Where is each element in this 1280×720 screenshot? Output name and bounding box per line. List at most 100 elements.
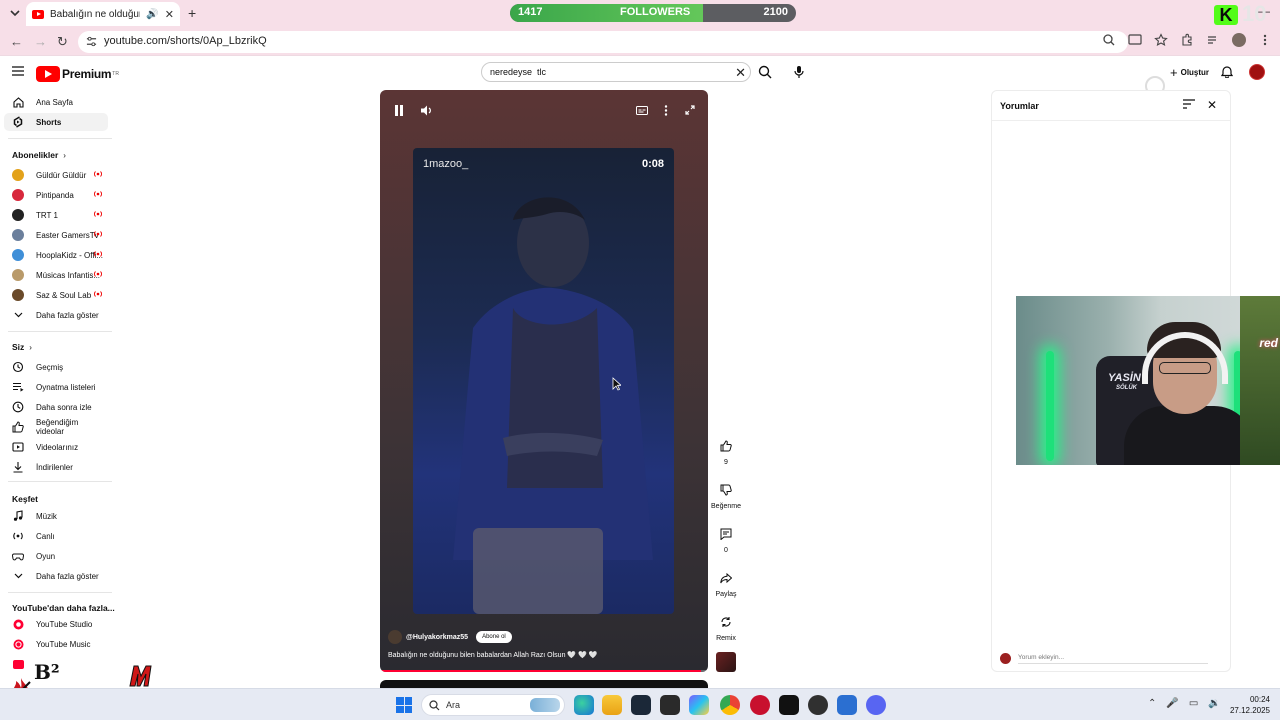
discord-icon[interactable] (866, 695, 886, 715)
microphone-icon[interactable] (794, 65, 804, 79)
url-field[interactable]: youtube.com/shorts/0Ap_LbzrikQ (78, 31, 1128, 53)
sort-icon[interactable] (1183, 99, 1195, 109)
shorts-player[interactable]: 1mazoo_ 0:08 @Hulyakorkmaz55 Abone ol Ba… (380, 90, 708, 672)
short-caption[interactable]: Babalığın ne olduğunu bilen babalardan A… (388, 651, 597, 659)
tab-close-icon[interactable]: ✕ (165, 8, 174, 21)
sidebar-divider (8, 592, 112, 593)
sidebar-item-label: Geçmiş (36, 362, 64, 372)
sidebar-item-label: Oynatma listeleri (36, 382, 96, 392)
speaker-icon[interactable]: 🔊 (146, 9, 158, 20)
windows-start-icon[interactable] (396, 697, 412, 713)
site-settings-icon[interactable] (86, 36, 97, 47)
sidebar-item-subscription[interactable]: HooplaKidz - Offi... (4, 246, 108, 264)
like-button[interactable]: 9 (711, 436, 741, 466)
file-explorer-icon[interactable] (602, 695, 622, 715)
close-comments-icon[interactable]: ✕ (1207, 98, 1217, 112)
sidebar-item-live[interactable]: Canlı (4, 527, 108, 545)
home-icon (12, 96, 24, 108)
steam-icon[interactable] (631, 695, 651, 715)
sidebar-item-like[interactable]: Beğendiğim videolar (4, 418, 108, 436)
sidebar-item-music[interactable]: Müzik (4, 507, 108, 525)
share-button[interactable]: Paylaş (711, 568, 741, 598)
channel-avatar[interactable] (388, 630, 402, 644)
tab-search-chevron-icon[interactable] (8, 6, 22, 20)
overlay-m-logo-icon (129, 665, 152, 687)
chrome-icon[interactable] (720, 695, 740, 715)
video-content[interactable]: 1mazoo_ 0:08 (413, 148, 674, 614)
reload-icon[interactable]: ↻ (57, 34, 68, 50)
account-avatar[interactable] (1249, 64, 1265, 80)
tray-display-icon[interactable]: ▭ (1189, 698, 1198, 709)
tray-volume-icon[interactable]: 🔉 (1208, 698, 1220, 709)
channel-name[interactable]: @Hulyakorkmaz55 (406, 634, 468, 641)
sidebar-item-download[interactable]: İndirilenler (4, 458, 108, 476)
back-icon[interactable]: ← (10, 34, 23, 49)
sidebar-item-playlist[interactable]: Oynatma listeleri (4, 378, 108, 396)
hamburger-menu-icon[interactable] (12, 66, 24, 76)
sidebar-item-subscription[interactable]: Güldür Güldür (4, 166, 108, 184)
notifications-bell-icon[interactable] (1221, 65, 1233, 78)
obs-studio-icon[interactable] (808, 695, 828, 715)
sidebar-item-subscription[interactable]: Saz & Soul Lab (4, 286, 108, 304)
sidebar-item-clock[interactable]: Daha sonra izle (4, 398, 108, 416)
sidebar-item-subscription[interactable]: Easter GamersTv (4, 226, 108, 244)
video-progress-bar[interactable] (380, 670, 708, 672)
pause-button[interactable] (387, 100, 411, 120)
sidebar-item-home[interactable]: Ana Sayfa (4, 93, 108, 111)
more-options-button[interactable] (654, 100, 678, 120)
captions-button[interactable] (630, 100, 654, 120)
show-more-subscriptions[interactable]: Daha fazla göster (4, 306, 108, 324)
copilot-icon[interactable] (689, 695, 709, 715)
sidebar-item-subscription[interactable]: Músicas Infantis... (4, 266, 108, 284)
bookmark-star-icon[interactable] (1154, 33, 1168, 47)
sidebar-item-video[interactable]: Videolarınız (4, 438, 108, 456)
opera-gx-icon[interactable] (750, 695, 770, 715)
sidebar-item-subscription[interactable]: Pintipanda (4, 186, 108, 204)
search-icon[interactable] (758, 65, 772, 79)
pause-icon (395, 104, 403, 116)
comment-input-row[interactable]: Yorum ekleyin... (1000, 653, 1208, 664)
taskbar-clock[interactable]: 00:24 27.12.2025 (1228, 694, 1270, 716)
clear-search-icon[interactable]: ✕ (735, 65, 746, 81)
browser-tab-active[interactable]: Babalığın ne olduğunu bile 🔊 ✕ (26, 2, 180, 26)
subscribe-button[interactable]: Abone ol (476, 631, 512, 643)
sidebar-item-history[interactable]: Geçmiş (4, 358, 108, 376)
forward-icon[interactable]: → (34, 34, 47, 49)
youtube-favicon-icon (32, 9, 44, 19)
new-tab-button[interactable]: + (188, 5, 196, 21)
install-app-icon[interactable] (1128, 33, 1142, 47)
sidebar-item-shorts[interactable]: Shorts (4, 113, 108, 131)
settings-app-icon[interactable] (837, 695, 857, 715)
show-more-explore[interactable]: Daha fazla göster (4, 567, 108, 585)
edge-browser-icon[interactable] (574, 695, 594, 715)
sidebar-item-subscription[interactable]: TRT 1 (4, 206, 108, 224)
browser-menu-icon[interactable] (1258, 33, 1272, 47)
live-indicator-icon (94, 291, 102, 297)
sidebar-item-youtube-music[interactable]: YouTube Music (4, 635, 108, 653)
extensions-icon[interactable] (1180, 33, 1194, 47)
sidebar-item-youtube-studio[interactable]: YouTube Studio (4, 615, 108, 633)
capcut-icon[interactable] (779, 695, 799, 715)
you-heading[interactable]: Siz › (12, 342, 32, 352)
tray-chevron-up-icon[interactable]: ⌃ (1148, 698, 1156, 709)
comments-button[interactable]: 0 (711, 524, 741, 554)
zoom-icon[interactable] (1102, 33, 1116, 47)
taskbar-search[interactable]: Ara (421, 694, 565, 716)
playlist-icon (12, 381, 24, 393)
search-input[interactable]: neredeyse tlc ✕ (481, 62, 751, 82)
remix-button[interactable]: Remix (711, 612, 741, 642)
epic-games-icon[interactable] (660, 695, 680, 715)
media-control-icon[interactable] (1206, 33, 1220, 47)
profile-avatar[interactable] (1232, 33, 1246, 47)
create-button[interactable]: + Oluştur (1166, 63, 1213, 81)
subscriptions-heading[interactable]: Abonelikler › (12, 150, 66, 160)
sound-thumbnail[interactable] (716, 652, 736, 672)
comment-input-placeholder[interactable]: Yorum ekleyin... (1018, 654, 1208, 664)
volume-button[interactable] (414, 100, 438, 120)
sidebar-item-gaming[interactable]: Oyun (4, 547, 108, 565)
fullscreen-button[interactable] (678, 100, 702, 120)
sidebar-item-label: Beğendiğim videolar (36, 418, 79, 436)
tray-microphone-icon[interactable]: 🎤 (1166, 698, 1178, 709)
youtube-premium-logo[interactable]: Premium TR (36, 66, 119, 82)
dislike-button[interactable]: Beğenme (711, 480, 741, 510)
